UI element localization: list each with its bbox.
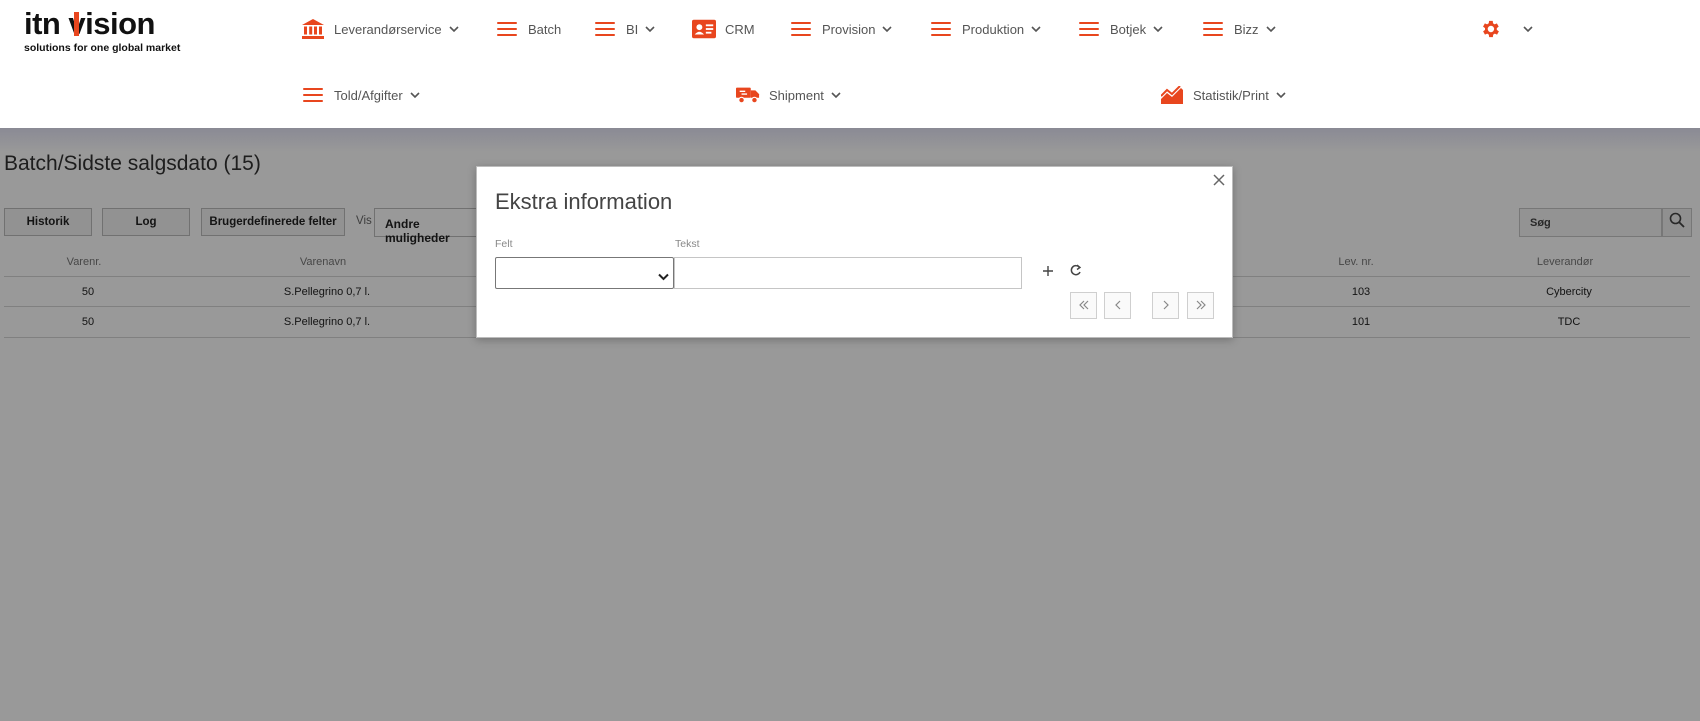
nav-label: Shipment [769,87,824,103]
chevron-down-icon [410,91,420,99]
double-chevron-left-icon [1078,297,1090,315]
nav-label: Provision [822,21,876,37]
logo-wordmark-left: itn [24,6,61,41]
settings-menu[interactable] [1478,16,1533,42]
logo-tagline: solutions for one global market [24,42,181,54]
nav-label: Batch [528,21,562,37]
nav-botjek[interactable]: Botjek [1077,16,1163,42]
tekst-input[interactable] [674,257,1022,289]
bank-icon [301,19,325,39]
dialog-title: Ekstra information [495,189,673,214]
chart-icon [1160,85,1184,105]
nav-batch[interactable]: Batch [495,16,561,42]
app-header: itn vision solutions for one global marke… [0,0,1700,128]
chevron-down-icon [1031,25,1041,33]
menu-icon [301,85,325,105]
chevron-left-icon [1114,297,1122,315]
refresh-icon [1069,264,1082,282]
menu-icon [593,19,617,39]
logo-bar [74,12,79,36]
nav-statistik-print[interactable]: Statistik/Print [1160,82,1286,108]
menu-icon [1201,19,1225,39]
nav-shipment[interactable]: Shipment [736,82,841,108]
menu-icon [789,19,813,39]
chevron-down-icon [1276,91,1286,99]
contact-card-icon [692,19,716,39]
gear-icon [1478,19,1502,39]
tekst-label: Tekst [675,238,700,250]
nav-told-afgifter[interactable]: Told/Afgifter [301,82,420,108]
nav-bi[interactable]: BI [593,16,655,42]
refresh-button[interactable] [1067,264,1083,282]
nav-crm[interactable]: CRM [692,16,755,42]
chevron-down-icon [658,268,669,286]
last-page-button[interactable] [1187,292,1214,319]
nav-bizz[interactable]: Bizz [1201,16,1276,42]
menu-icon [495,19,519,39]
nav-produktion[interactable]: Produktion [929,16,1041,42]
chevron-down-icon [831,91,841,99]
chevron-down-icon [1523,25,1533,33]
backdrop-shadow [0,128,1700,152]
menu-icon [929,19,953,39]
nav-label: CRM [725,21,755,37]
chevron-down-icon [1153,25,1163,33]
nav-label: Botjek [1110,21,1147,37]
logo-wordmark-right: vision [68,6,155,41]
chevron-down-icon [882,25,893,33]
plus-icon [1042,264,1054,282]
add-button[interactable] [1040,265,1056,281]
nav-label: Leverandørservice [334,21,442,37]
itnvision-logo[interactable]: itn vision solutions for one global marke… [24,6,194,56]
felt-label: Felt [495,238,513,250]
ekstra-information-dialog: Ekstra information Felt Tekst [476,166,1233,338]
menu-icon [1077,19,1101,39]
nav-provision[interactable]: Provision [789,16,893,42]
next-page-button[interactable] [1152,292,1179,319]
truck-icon [736,85,760,105]
felt-select[interactable] [495,257,674,289]
double-chevron-right-icon [1195,297,1207,315]
close-icon [1210,174,1228,193]
chevron-down-icon [1265,25,1276,33]
nav-label: Told/Afgifter [334,87,403,103]
nav-label: Produktion [962,21,1025,37]
nav-label: BI [626,21,639,37]
nav-label: Bizz [1234,21,1259,37]
chevron-down-icon [449,25,459,33]
nav-leverandorservice[interactable]: Leverandørservice [301,16,459,42]
chevron-right-icon [1162,297,1170,315]
nav-label: Statistik/Print [1193,87,1269,103]
first-page-button[interactable] [1070,292,1097,319]
previous-page-button[interactable] [1104,292,1131,319]
close-button[interactable] [1210,171,1228,189]
chevron-down-icon [645,25,655,33]
